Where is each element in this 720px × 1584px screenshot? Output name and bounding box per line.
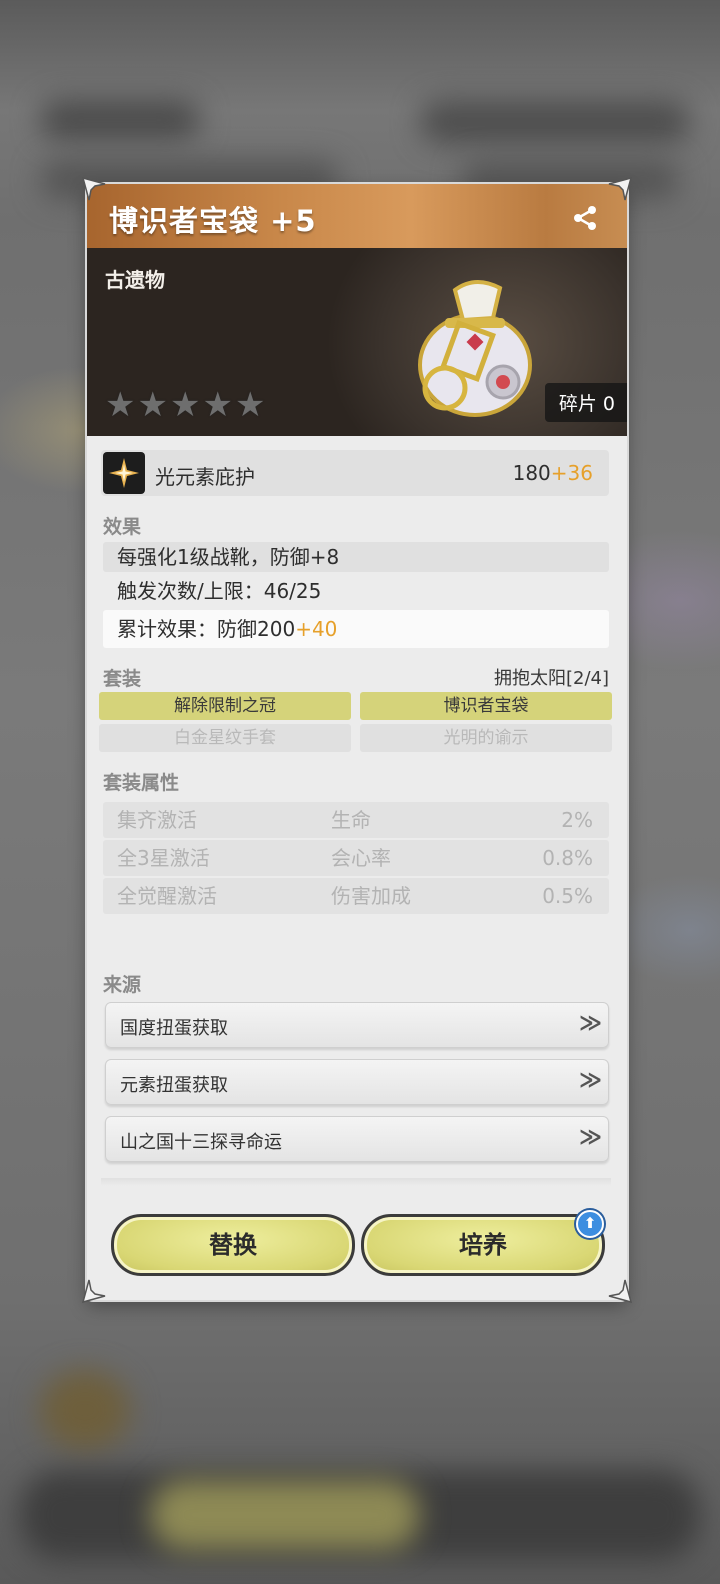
corner-ornament-icon [81,176,107,202]
source-section-label: 来源 [103,974,142,996]
set-attr-condition: 全觉醒激活 [117,884,217,908]
corner-ornament-icon [81,1278,107,1304]
set-attrs-section-label: 套装属性 [103,772,180,794]
item-detail-panel: 博识者宝袋 +5 古遗物 ★ ★ ★ ★ ★ 碎片 0 光元素庇护 180+36… [87,184,627,1300]
set-attr-condition: 集齐激活 [117,808,197,832]
main-stat-base: 180 [512,461,551,485]
source-link[interactable]: 国度扭蛋获取 ≫ [105,1002,609,1048]
effect-cumulative-text: 累计效果：防御200 [117,617,296,641]
effect-line: 每强化1级战靴，防御+8 [103,542,609,572]
set-attr-value: 0.5% [542,884,593,908]
set-name: 拥抱太阳[2/4] [493,668,609,689]
set-attr-row: 集齐激活 生命 2% [103,802,609,838]
fragment-count: 碎片 0 [544,383,627,422]
corner-ornament-icon [607,1278,633,1304]
item-type-label: 古遗物 [105,268,165,292]
set-attr-row: 全3星激活 会心率 0.8% [103,840,609,876]
double-chevron-right-icon: ≫ [578,1068,602,1093]
item-hero-area: 古遗物 ★ ★ ★ ★ ★ 碎片 0 [87,248,627,436]
set-attr-value: 0.8% [542,846,593,870]
set-piece[interactable]: 博识者宝袋 [360,692,612,720]
background-blur-shape [150,1480,420,1550]
set-piece[interactable]: 白金星纹手套 [99,724,351,752]
set-piece[interactable]: 解除限制之冠 [99,692,351,720]
set-attr-value: 2% [561,808,593,832]
cultivate-button[interactable]: 培养 [361,1214,605,1276]
item-title: 博识者宝袋 +5 [109,204,317,238]
source-link[interactable]: 山之国十三探寻命运 ≫ [105,1116,609,1162]
share-icon[interactable] [571,204,599,232]
source-link-label: 元素扭蛋获取 [120,1075,228,1096]
main-stat-value: 180+36 [513,461,593,485]
background-blur-shape [40,1370,130,1450]
source-link[interactable]: 元素扭蛋获取 ≫ [105,1059,609,1105]
background-blur-shape [40,100,200,140]
effect-line: 触发次数/上限：46/25 [117,579,322,603]
title-bar: 博识者宝袋 +5 [87,184,627,251]
main-stat-bonus: +36 [550,461,593,485]
double-chevron-right-icon: ≫ [578,1125,602,1150]
set-piece[interactable]: 光明的谕示 [360,724,612,752]
star-icon: ★ [202,385,233,425]
set-attr-row: 全觉醒激活 伤害加成 0.5% [103,878,609,914]
star-icon: ★ [137,385,168,425]
set-section-label: 套装 [103,668,142,690]
set-attr-stat: 会心率 [331,846,391,870]
set-attr-stat: 生命 [331,808,371,832]
star-icon: ★ [234,385,266,425]
effect-cumulative-bonus: +40 [295,617,338,641]
corner-ornament-icon [607,176,633,202]
star-icon: ★ [169,385,201,425]
set-attr-stat: 伤害加成 [331,884,411,908]
source-link-label: 国度扭蛋获取 [120,1018,228,1039]
main-stat-name: 光元素庇护 [155,465,255,489]
light-element-icon [103,452,145,494]
double-chevron-right-icon: ≫ [578,1011,602,1036]
set-attr-condition: 全3星激活 [117,846,210,870]
upgrade-arrow-icon: ⬆ [576,1210,604,1238]
main-stat-row: 光元素庇护 180+36 [101,450,609,496]
source-link-label: 山之国十三探寻命运 [120,1132,282,1153]
rarity-stars: ★ ★ ★ ★ ★ [105,388,265,422]
pouch-item-image [405,270,545,420]
effect-section-label: 效果 [103,516,142,538]
replace-button[interactable]: 替换 [111,1214,355,1276]
background-blur-shape [420,100,690,144]
effect-cumulative: 累计效果：防御200+40 [103,610,609,648]
star-icon: ★ [105,385,136,425]
scroll-fade-divider [101,1178,611,1186]
